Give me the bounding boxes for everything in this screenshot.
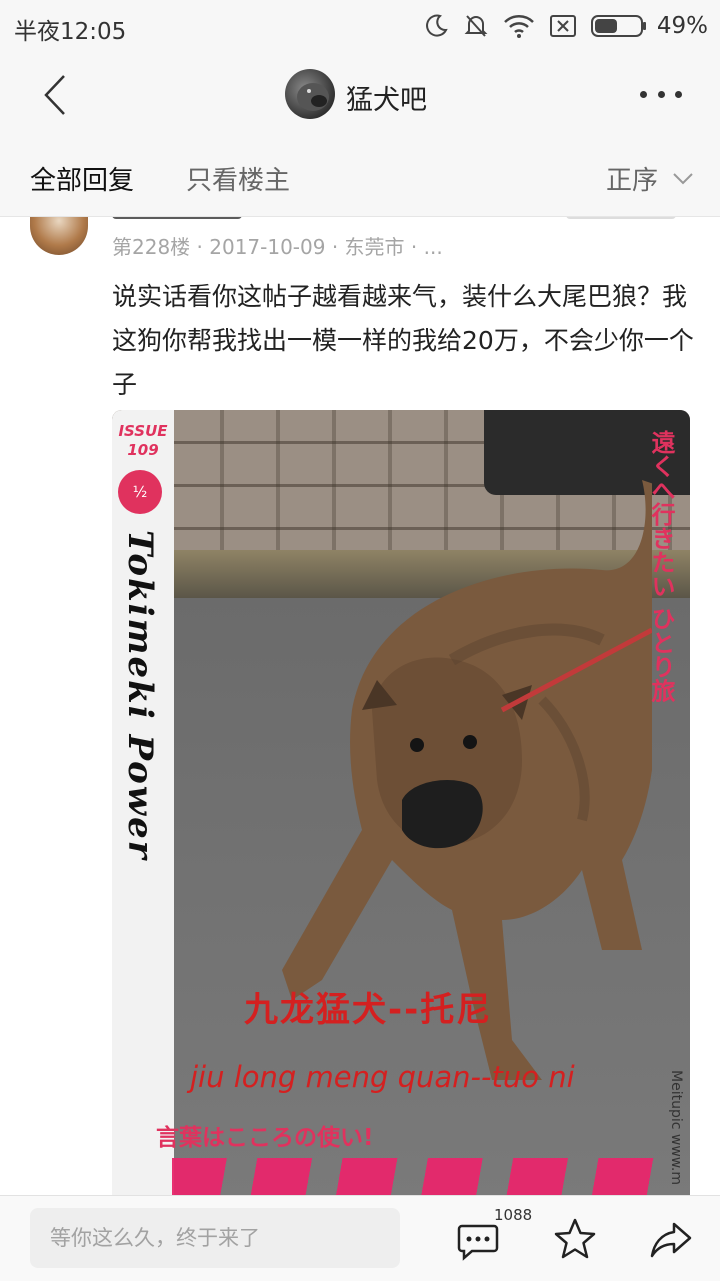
username-cropped[interactable] [112,217,242,219]
forum-title[interactable]: 猛犬吧 [346,78,427,117]
status-bar: 半夜12:05 49% [0,0,720,52]
sort-label: 正序 [605,166,658,196]
post-content: 第228楼 · 2017-10-09 · 东莞市 · ... 说实话看你这帖子越… [0,217,720,1195]
post-image[interactable]: ISSUE 109 ½ Tokimeki Power 遠くへ行きたい ひとり旅 … [112,410,690,1195]
more-dot-icon [657,90,665,98]
comment-icon [457,1224,499,1261]
tab-bar: 全部回复 只看楼主 正序 [0,138,720,217]
sort-dropdown[interactable]: 正序 [606,160,694,197]
bottom-bar: 1088 [0,1195,720,1281]
status-icons: 49% [423,10,708,42]
caption-pinyin: jiu long meng quan--tuo ni [190,1060,575,1094]
battery-percent: 49% [656,13,708,39]
magazine-title: Tokimeki Power [120,530,160,861]
caption-jp: 言葉はこころの使い! [156,1125,374,1151]
status-time: 半夜12:05 [14,19,127,45]
share-button[interactable] [648,1216,694,1262]
battery-icon [590,15,646,37]
issue-label: ISSUE 109 [118,422,168,459]
floor-meta: 第228楼 · 2017-10-09 · 东莞市 · ... [112,235,443,259]
reply-input[interactable] [30,1208,400,1268]
more-dot-icon [640,90,647,98]
comment-button[interactable] [456,1218,500,1262]
post-text: 说实话看你这帖子越看越来气，装什么大尾巴狼？我这狗你帮我找出一模一样的我给20万… [112,282,694,399]
share-icon [650,1222,692,1258]
forum-avatar[interactable] [285,69,335,119]
favorite-button[interactable] [552,1216,598,1262]
more-dot-icon [675,90,682,98]
bell-muted-icon [464,15,488,37]
chevron-down-icon [673,172,693,184]
post-actions-cropped [566,217,676,219]
nav-bar: 猛犬吧 [0,52,720,138]
caption-cn: 九龙猛犬--托尼 [244,990,493,1030]
wifi-icon [504,15,534,38]
more-button[interactable] [640,82,682,106]
sim-off-icon [549,15,576,37]
jp-vertical-caption: 遠くへ行きたい ひとり旅 [647,430,675,703]
star-icon [554,1218,596,1259]
issue-badge: ½ [118,470,162,514]
chevron-left-icon [44,75,65,115]
user-avatar[interactable] [30,217,88,255]
tab-owner-only[interactable]: 只看楼主 [186,160,290,197]
tab-all-replies[interactable]: 全部回复 [30,160,134,197]
magazine-logo-cropped [172,1158,672,1195]
back-button[interactable] [30,70,80,120]
dog-avatar-icon [297,83,329,111]
comment-count: 1088 [494,1206,533,1224]
moon-icon [425,14,448,37]
